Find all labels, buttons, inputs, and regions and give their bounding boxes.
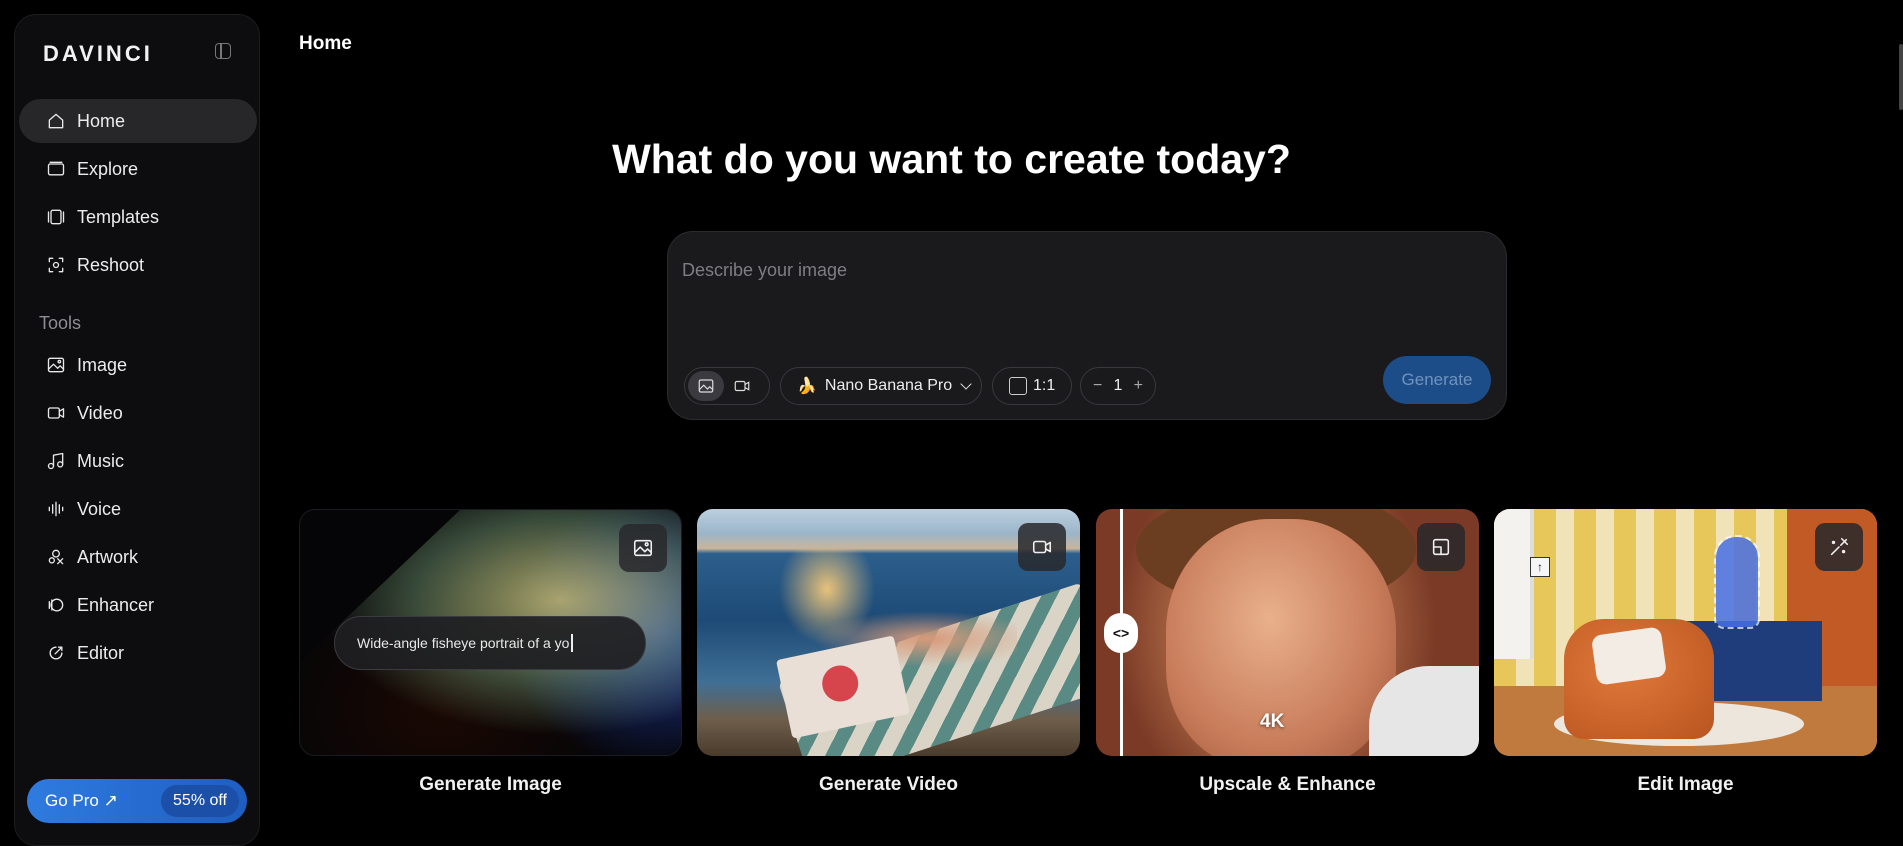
reshoot-icon [45, 254, 67, 276]
increment-button[interactable]: + [1134, 377, 1143, 395]
aspect-ratio-label: 1:1 [1033, 377, 1056, 394]
quantity-stepper: − 1 + [1080, 367, 1156, 405]
mode-toggle [684, 367, 770, 405]
edit-image-card[interactable]: ↑ [1494, 509, 1877, 756]
video-icon [734, 380, 750, 392]
sidebar-item-music[interactable]: Music [19, 439, 257, 483]
prompt-input[interactable] [682, 250, 1482, 290]
templates-icon [45, 206, 67, 228]
upscale-enhance-card[interactable]: <> 4K [1096, 509, 1479, 756]
compare-handle[interactable]: <> [1104, 613, 1138, 653]
artwork-icon [45, 546, 67, 568]
sidebar-item-label: Artwork [77, 546, 139, 567]
model-select[interactable]: 🍌 Nano Banana Pro [780, 367, 982, 405]
video-mode-button[interactable] [724, 371, 760, 401]
upscale-icon [1417, 523, 1465, 571]
sidebar-item-voice[interactable]: Voice [19, 487, 257, 531]
music-icon [45, 450, 67, 472]
sidebar-item-reshoot[interactable]: Reshoot [19, 243, 257, 287]
scrollbar[interactable] [1897, 0, 1903, 846]
prompt-composer: 🍌 Nano Banana Pro 1:1 − 1 + Generate [667, 231, 1507, 420]
voice-icon [45, 498, 67, 520]
go-pro-button[interactable]: Go Pro ↗ 55% off [27, 779, 247, 823]
resolution-badge: 4K [1260, 711, 1285, 732]
editor-icon [45, 642, 67, 664]
sidebar-item-enhancer[interactable]: Enhancer [19, 583, 257, 627]
sample-prompt: Wide-angle fisheye portrait of a yo [334, 616, 646, 670]
sidebar-item-video[interactable]: Video [19, 391, 257, 435]
generate-button[interactable]: Generate [1383, 356, 1491, 404]
page-title: Home [299, 33, 352, 54]
chevron-down-icon [960, 378, 972, 390]
quantity-value: 1 [1113, 377, 1123, 394]
sidebar-item-templates[interactable]: Templates [19, 195, 257, 239]
sidebar-item-label: Templates [77, 206, 160, 227]
card-artwork [1590, 626, 1668, 686]
generate-image-card[interactable]: Wide-angle fisheye portrait of a yo [299, 509, 682, 756]
sidebar-collapse-icon[interactable] [215, 43, 231, 59]
aspect-ratio-select[interactable]: 1:1 [992, 367, 1072, 405]
sidebar-item-label: Video [77, 402, 123, 423]
model-label: Nano Banana Pro [824, 377, 953, 394]
generate-video-card[interactable] [697, 509, 1080, 756]
card-title: Generate Video [818, 774, 959, 795]
card-artwork [1494, 509, 1534, 659]
sample-prompt-text: Wide-angle fisheye portrait of a yo [357, 635, 570, 651]
sidebar-item-editor[interactable]: Editor [19, 631, 257, 675]
image-mode-button[interactable] [688, 371, 724, 401]
selection-mask [1714, 535, 1760, 629]
card-title: Upscale & Enhance [1199, 774, 1376, 795]
video-icon [45, 402, 67, 424]
card-title: Edit Image [1637, 774, 1734, 795]
sidebar-item-label: Voice [77, 498, 122, 519]
image-icon [698, 379, 714, 393]
enhancer-icon [45, 594, 67, 616]
banana-icon: 🍌 [797, 378, 817, 395]
sidebar-item-label: Music [77, 450, 125, 471]
sidebar-item-label: Enhancer [77, 594, 155, 615]
sidebar-item-label: Editor [77, 642, 125, 663]
card-title: Generate Image [419, 774, 562, 795]
decrement-button[interactable]: − [1093, 377, 1102, 395]
sidebar-item-artwork[interactable]: Artwork [19, 535, 257, 579]
sidebar-item-label: Reshoot [77, 254, 145, 275]
aspect-ratio-icon [1009, 377, 1027, 395]
go-pro-label: Go Pro ↗ [45, 791, 118, 810]
sidebar-item-image[interactable]: Image [19, 343, 257, 387]
edit-icon [1815, 523, 1863, 571]
image-icon [619, 524, 667, 572]
home-icon [45, 110, 67, 132]
sidebar-item-label: Home [77, 110, 126, 131]
logo[interactable]: DAVINCI [43, 41, 153, 67]
discount-badge: 55% off [161, 785, 239, 817]
arrow-up-icon: ↑ [1530, 557, 1550, 577]
image-icon [45, 354, 67, 376]
hero-title: What do you want to create today? [612, 136, 1291, 182]
scrollbar-thumb[interactable] [1899, 44, 1903, 110]
video-icon [1018, 523, 1066, 571]
tools-section-label: Tools [39, 313, 82, 333]
sidebar-item-label: Image [77, 354, 128, 375]
text-caret [571, 634, 573, 652]
